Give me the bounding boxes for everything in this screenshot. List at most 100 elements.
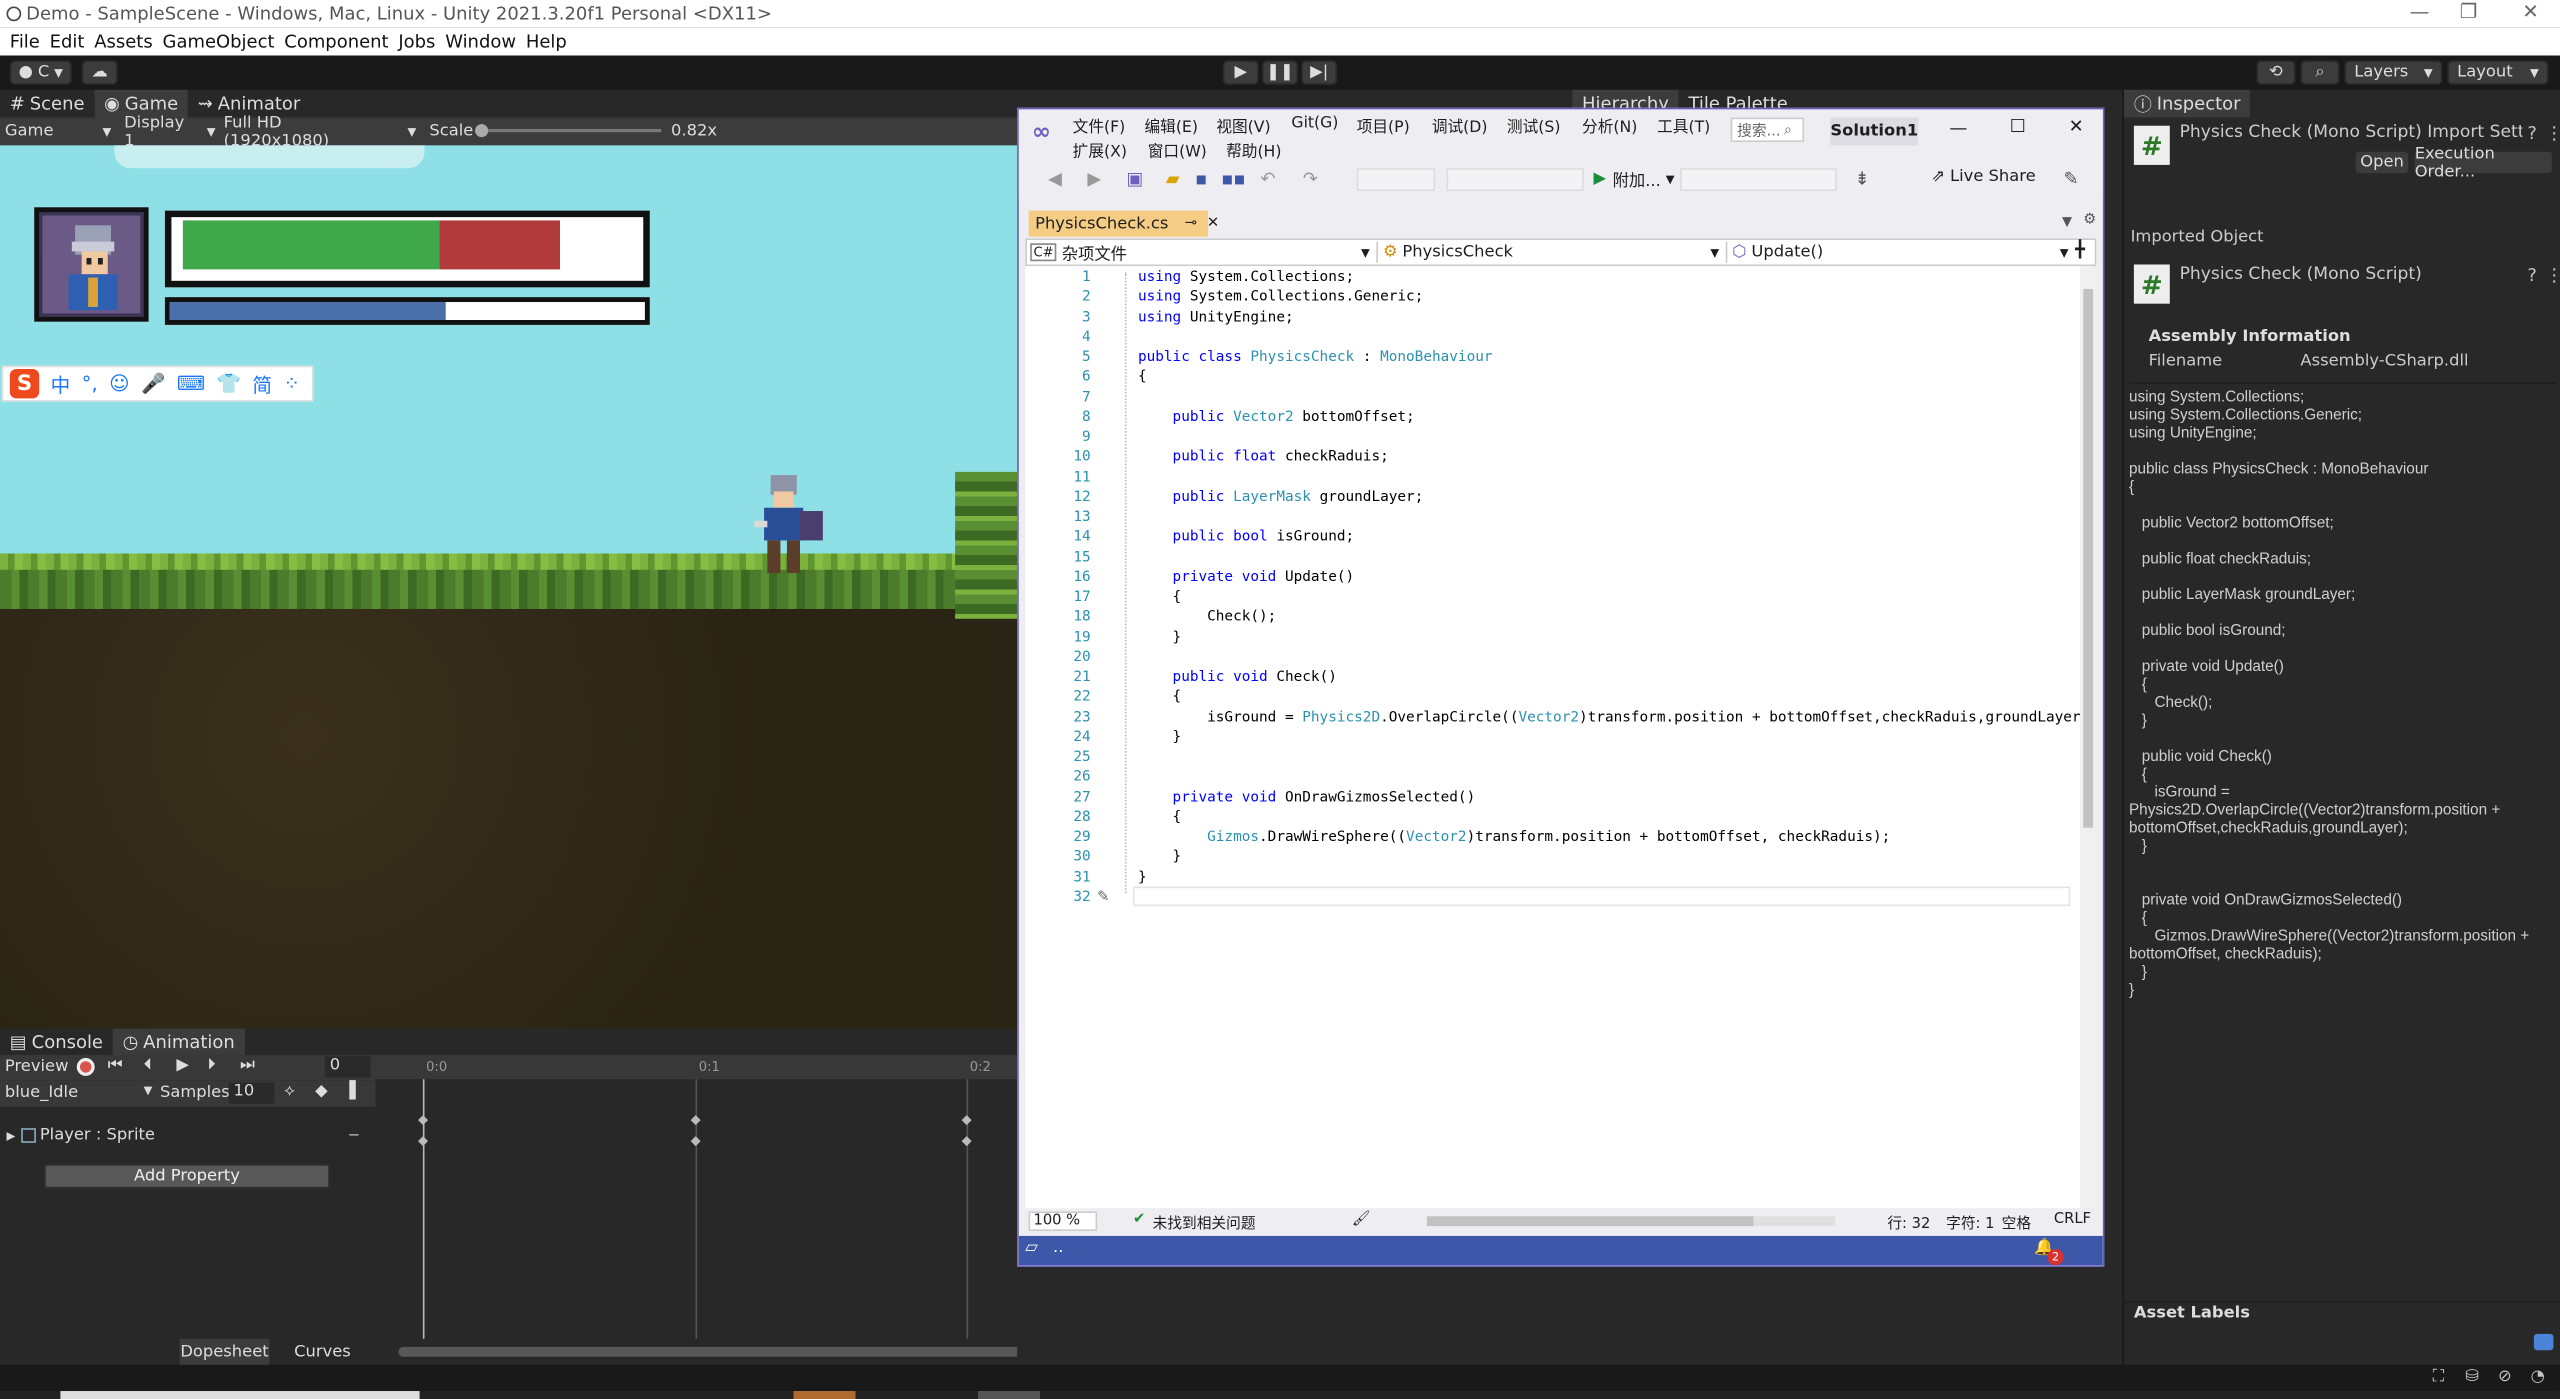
pause-button[interactable]: ❚❚ bbox=[1262, 60, 1298, 85]
vs-menu-edit[interactable]: 编辑(E) bbox=[1144, 114, 1197, 137]
redo-icon[interactable]: ↷ bbox=[1303, 168, 1318, 189]
game-mode-dropdown[interactable]: Game ▼ bbox=[5, 118, 111, 146]
ime-punctuation[interactable]: °, bbox=[82, 372, 98, 395]
horizontal-scroll-thumb[interactable] bbox=[1426, 1216, 1754, 1227]
back-icon[interactable]: ◀ bbox=[1048, 168, 1062, 189]
menu-component[interactable]: Component bbox=[284, 31, 388, 52]
vs-menu-window[interactable]: 窗口(W) bbox=[1148, 139, 1207, 162]
code-line[interactable]: using System.Collections.Generic; bbox=[1138, 288, 2085, 308]
vs-menu-debug[interactable]: 调试(D) bbox=[1432, 114, 1488, 137]
event-marker-icon[interactable]: ▌ bbox=[349, 1082, 362, 1100]
ime-skin-icon[interactable]: 👕 bbox=[217, 372, 241, 395]
code-line[interactable]: public float checkRaduis; bbox=[1138, 448, 2085, 468]
scroll-thumb[interactable] bbox=[2083, 288, 2094, 828]
code-text[interactable]: using System.Collections; using System.Co… bbox=[1138, 268, 2098, 908]
vs-menu-tools[interactable]: 工具(T) bbox=[1657, 114, 1710, 137]
search-button[interactable]: ⌕ bbox=[2300, 60, 2340, 85]
ime-chinese-mode[interactable]: 中 bbox=[51, 370, 71, 398]
tab-scene[interactable]: # Scene bbox=[0, 90, 94, 118]
game-viewport[interactable]: S 中 °, ☺ 🎤 ⌨ 👕 简 ⁘ bbox=[0, 145, 1018, 1029]
play-button[interactable]: ▶ bbox=[1222, 60, 1259, 85]
forward-icon[interactable]: ▶ bbox=[1087, 168, 1101, 189]
settings-icon[interactable]: ⚙ bbox=[2083, 212, 2096, 228]
code-line[interactable]: } bbox=[1138, 868, 2085, 888]
code-line[interactable]: } bbox=[1138, 848, 2085, 868]
vs-close-icon[interactable]: ✕ bbox=[2069, 116, 2084, 137]
open-button[interactable]: Open bbox=[2354, 150, 2410, 175]
auto-refresh-icon[interactable]: ⛶ bbox=[2433, 1368, 2444, 1386]
tab-console[interactable]: ▤ Console bbox=[0, 1028, 113, 1056]
code-line[interactable]: public LayerMask groundLayer; bbox=[1138, 488, 2085, 508]
more-icon[interactable]: ⋮ bbox=[2545, 264, 2560, 285]
vs-menu-file[interactable]: 文件(F) bbox=[1073, 114, 1126, 137]
undo-icon[interactable]: ↶ bbox=[1260, 168, 1275, 189]
code-line[interactable]: isGround = Physics2D.OverlapCircle((Vect… bbox=[1138, 708, 2098, 728]
cache-server-icon[interactable]: ⊘ bbox=[2498, 1368, 2512, 1386]
menu-window[interactable]: Window bbox=[445, 31, 516, 52]
code-line[interactable]: public void Check() bbox=[1138, 668, 2085, 688]
menu-help[interactable]: Help bbox=[526, 31, 567, 52]
history-button[interactable]: ⟲ bbox=[2256, 60, 2296, 85]
vs-search-input[interactable]: 搜索... ⌕ bbox=[1730, 117, 1805, 143]
scale-slider[interactable] bbox=[478, 128, 662, 133]
keyframe-summary[interactable]: ◆ bbox=[418, 1112, 428, 1127]
ime-emoji-icon[interactable]: ☺ bbox=[109, 372, 129, 395]
save-all-icon[interactable]: ▪▪ bbox=[1221, 168, 1245, 189]
config-dropdown[interactable] bbox=[1356, 168, 1436, 192]
vs-minimize-icon[interactable]: — bbox=[1949, 118, 1967, 139]
code-line[interactable] bbox=[1138, 548, 2085, 568]
code-line[interactable]: { bbox=[1138, 588, 2085, 608]
curves-button[interactable]: Curves bbox=[278, 1339, 368, 1365]
help-icon[interactable]: ? bbox=[2527, 264, 2537, 285]
more-icon[interactable]: ⋮ bbox=[2545, 122, 2560, 143]
code-line[interactable]: public bool isGround; bbox=[1138, 528, 2085, 548]
pin-icon[interactable]: ⊸ bbox=[1185, 216, 1197, 232]
execution-order-button[interactable]: Execution Order... bbox=[2413, 144, 2554, 180]
taskbar-item[interactable] bbox=[793, 1391, 856, 1399]
vs-menu-project[interactable]: 项目(P) bbox=[1357, 114, 1410, 137]
split-editor-icon[interactable]: ╋ bbox=[2075, 242, 2085, 260]
taskbar-item[interactable] bbox=[60, 1391, 420, 1399]
code-line[interactable]: { bbox=[1138, 808, 2085, 828]
zoom-dropdown[interactable]: 100 % bbox=[1028, 1211, 1098, 1232]
vs-menu-help[interactable]: 帮助(H) bbox=[1226, 139, 1281, 162]
account-button[interactable]: ● C ▼ bbox=[9, 60, 72, 85]
taskbar-item[interactable] bbox=[977, 1391, 1040, 1399]
resolution-dropdown[interactable]: Full HD (1920x1080) ▼ bbox=[224, 113, 417, 149]
feedback-icon[interactable]: ✎ bbox=[2064, 168, 2079, 189]
menu-assets[interactable]: Assets bbox=[94, 31, 152, 52]
ime-simplified[interactable]: 简 bbox=[252, 370, 272, 398]
member-dropdown[interactable]: ⬡ Update() ▼ bbox=[1725, 241, 2069, 263]
code-line[interactable]: Gizmos.DrawWireSphere((Vector2)transform… bbox=[1138, 828, 2085, 848]
preview-toggle[interactable]: Preview bbox=[5, 1058, 69, 1076]
keyframe-summary[interactable]: ◆ bbox=[962, 1112, 972, 1127]
layers-dropdown[interactable]: Layers ▼ bbox=[2344, 60, 2443, 85]
clip-dropdown-arrow[interactable]: ▼ bbox=[144, 1084, 153, 1097]
horizontal-scrollbar[interactable] bbox=[1426, 1216, 1836, 1227]
vs-maximize-icon[interactable]: ☐ bbox=[2010, 116, 2026, 137]
code-line[interactable] bbox=[1138, 648, 2085, 668]
close-icon[interactable]: ✕ bbox=[2511, 0, 2550, 23]
first-keyframe-icon[interactable]: ⏮ bbox=[108, 1056, 123, 1074]
menu-jobs[interactable]: Jobs bbox=[398, 31, 435, 52]
eol-indicator[interactable]: CRLF bbox=[2054, 1211, 2091, 1227]
label-tag-icon[interactable] bbox=[2533, 1333, 2554, 1351]
ime-keyboard-icon[interactable]: ⌨ bbox=[177, 372, 205, 395]
code-line[interactable]: { bbox=[1138, 688, 2085, 708]
tab-animation[interactable]: ◷ Animation bbox=[112, 1027, 245, 1056]
menu-file[interactable]: File bbox=[10, 31, 40, 52]
add-event-icon[interactable]: ◆ bbox=[315, 1082, 328, 1100]
class-dropdown[interactable]: ⚙ PhysicsCheck ▼ bbox=[1376, 241, 1719, 263]
vs-menu-view[interactable]: 视图(V) bbox=[1216, 114, 1270, 137]
format-icon[interactable]: ⇟ bbox=[1855, 168, 1870, 189]
code-line[interactable]: public class PhysicsCheck : MonoBehaviou… bbox=[1138, 348, 2085, 368]
keyframe[interactable]: ◆ bbox=[962, 1133, 972, 1148]
save-icon[interactable]: ▪ bbox=[1195, 168, 1207, 189]
record-button[interactable] bbox=[76, 1057, 95, 1076]
tab-inspector[interactable]: ⓘ Inspector bbox=[2124, 89, 2251, 118]
code-line[interactable]: private void OnDrawGizmosSelected() bbox=[1138, 788, 2085, 808]
open-folder-icon[interactable]: ▰ bbox=[1166, 168, 1180, 189]
animation-timeline[interactable]: ◆ ◆ ◆ ◆ ◆ ◆ bbox=[375, 1054, 1018, 1364]
progress-icon[interactable]: ◔ bbox=[2531, 1368, 2545, 1386]
vertical-scrollbar[interactable] bbox=[2079, 266, 2097, 1209]
